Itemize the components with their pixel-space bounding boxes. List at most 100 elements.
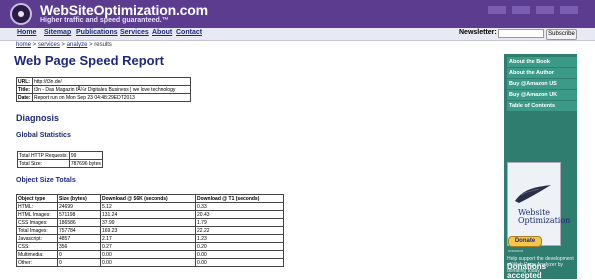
- column-header: Download @ 56K (seconds): [100, 194, 196, 203]
- donation-help-text: Help support the development of Web Page…: [507, 256, 574, 274]
- date-label: Date:: [16, 93, 33, 102]
- table-cell: 2.17: [100, 234, 196, 243]
- table-cell: 0.20: [195, 242, 284, 251]
- object-size-table: Object type Size (bytes) Download @ 56K …: [16, 194, 284, 267]
- table-row: HTML Images: 571198 131.24 20.43: [16, 210, 284, 219]
- table-cell: CSS Images:: [16, 218, 58, 227]
- table-row: Title: t3n - Das Magazin fÃ¼r Digitales …: [16, 85, 191, 94]
- table-cell: 1.23: [195, 234, 284, 243]
- table-cell: 22.22: [195, 226, 284, 235]
- table-cell: Multimedia:: [16, 250, 58, 259]
- table-row: Total HTTP Requests: 99: [17, 151, 103, 160]
- table-row: Javascript: 4857 2.17 1.23: [16, 234, 284, 243]
- header-decoration: [536, 6, 554, 14]
- header-decoration: [560, 6, 578, 14]
- table-cell: 0.00: [100, 258, 196, 267]
- table-cell: Total Images:: [16, 226, 58, 235]
- table-cell: 131.24: [100, 210, 196, 219]
- table-cell: Other:: [16, 258, 58, 267]
- nav-home-link[interactable]: Home: [17, 29, 36, 36]
- table-row: URL: http://t3n.de/: [16, 77, 191, 86]
- breadcrumb-services-link[interactable]: services: [38, 42, 60, 48]
- sidebar-link-amazon-us[interactable]: Buy @Amazon US: [507, 79, 577, 89]
- table-cell: 0.00: [100, 250, 196, 259]
- nav-contact-link[interactable]: Contact: [176, 29, 202, 36]
- breadcrumb-separator: >: [31, 42, 38, 48]
- subscribe-button[interactable]: Subscribe: [546, 29, 577, 40]
- url-value: http://t3n.de/: [32, 77, 191, 86]
- table-cell: 1.79: [195, 218, 284, 227]
- table-cell: 5.12: [100, 202, 196, 211]
- table-row: Multimedia: 0 0.00 0.00: [16, 250, 284, 259]
- stat-label: Total Size:: [17, 159, 70, 168]
- table-cell: Javascript:: [16, 234, 58, 243]
- donate-button[interactable]: Donate: [508, 236, 542, 247]
- page-title: Web Page Speed Report: [14, 53, 165, 68]
- logo-icon[interactable]: [10, 3, 32, 25]
- column-header: Download @ T1 (seconds): [195, 194, 284, 203]
- column-header: Object type: [16, 194, 58, 203]
- report-info-table: URL: http://t3n.de/ Title: t3n - Das Mag…: [16, 77, 191, 102]
- table-cell: 4857: [57, 234, 101, 243]
- table-cell: 169.23: [100, 226, 196, 235]
- table-cell: 186586: [57, 218, 101, 227]
- table-cell: 0.00: [195, 250, 284, 259]
- breadcrumb-current: results: [94, 42, 112, 48]
- date-value: Report run on Mon Sep 23 04:48:29EDT2013: [32, 93, 191, 102]
- sidebar-link-about-author[interactable]: About the Author: [507, 68, 577, 78]
- table-cell: 571198: [57, 210, 101, 219]
- global-stats-table: Total HTTP Requests: 99 Total Size: 7876…: [17, 151, 103, 168]
- site-name[interactable]: WebSiteOptimization.com: [40, 2, 208, 18]
- header-decoration: [512, 6, 530, 14]
- table-cell: 0.33: [195, 202, 284, 211]
- nav-about-link[interactable]: About: [152, 29, 172, 36]
- table-row: CSS: 356 0.27 0.20: [16, 242, 284, 251]
- table-cell: 356: [57, 242, 101, 251]
- title-label: Title:: [16, 85, 33, 94]
- site-tagline: Higher traffic and speed guaranteed.™: [40, 17, 169, 24]
- column-header: Size (bytes): [57, 194, 101, 203]
- table-cell: HTML Images:: [16, 210, 58, 219]
- title-value: t3n - Das Magazin fÃ¼r Digitales Busines…: [32, 85, 191, 94]
- table-cell: 37.99: [100, 218, 196, 227]
- breadcrumb-separator: >: [59, 42, 67, 48]
- site-header: WebSiteOptimization.com Higher traffic a…: [0, 0, 595, 28]
- table-cell: HTML:: [16, 202, 58, 211]
- global-statistics-heading: Global Statistics: [16, 132, 71, 139]
- nav-services-link[interactable]: Services: [120, 29, 149, 36]
- table-cell: 757784: [57, 226, 101, 235]
- stat-value: 99: [68, 151, 103, 160]
- book-cover-image[interactable]: Website Optimization: [507, 162, 571, 246]
- table-row: HTML: 24699 5.12 0.33: [16, 202, 284, 211]
- book-title: Website Optimization: [518, 208, 571, 225]
- header-decoration: [488, 6, 506, 14]
- table-cell: 0.27: [100, 242, 196, 251]
- table-row: Total Size: 787696 bytes: [17, 159, 103, 168]
- breadcrumb-analyze-link[interactable]: analyze: [67, 42, 88, 48]
- table-cell: 0: [57, 258, 101, 267]
- sidebar-link-table-of-contents[interactable]: Table of Contents: [507, 101, 577, 111]
- table-cell: CSS:: [16, 242, 58, 251]
- sidebar-link-about-book[interactable]: About the Book: [507, 57, 577, 67]
- table-row: Other: 0 0.00 0.00: [16, 258, 284, 267]
- table-cell: 0: [57, 250, 101, 259]
- object-size-heading: Object Size Totals: [16, 177, 76, 184]
- table-cell: 0.00: [195, 258, 284, 267]
- table-row: Total Images: 757784 169.23 22.22: [16, 226, 284, 235]
- diagnosis-heading: Diagnosis: [16, 113, 60, 123]
- stat-value: 787696 bytes: [68, 159, 103, 168]
- main-nav: Home Sitemap Publications Services About…: [0, 28, 595, 41]
- nav-sitemap-link[interactable]: Sitemap: [44, 29, 71, 36]
- breadcrumb: home > services > analyze > results: [16, 42, 112, 48]
- credit-cards-icon: ▭▭▭▭: [508, 248, 524, 253]
- table-row: CSS Images: 186586 37.99 1.79: [16, 218, 284, 227]
- bird-illustration-icon: [515, 185, 551, 203]
- table-cell: 20.43: [195, 210, 284, 219]
- newsletter-label: Newsletter:: [459, 29, 497, 36]
- nav-publications-link[interactable]: Publications: [76, 29, 118, 36]
- sidebar-link-amazon-uk[interactable]: Buy @Amazon UK: [507, 90, 577, 100]
- newsletter-email-input[interactable]: [498, 29, 544, 38]
- stat-label: Total HTTP Requests:: [17, 151, 70, 160]
- table-header-row: Object type Size (bytes) Download @ 56K …: [16, 194, 284, 203]
- breadcrumb-home-link[interactable]: home: [16, 42, 31, 48]
